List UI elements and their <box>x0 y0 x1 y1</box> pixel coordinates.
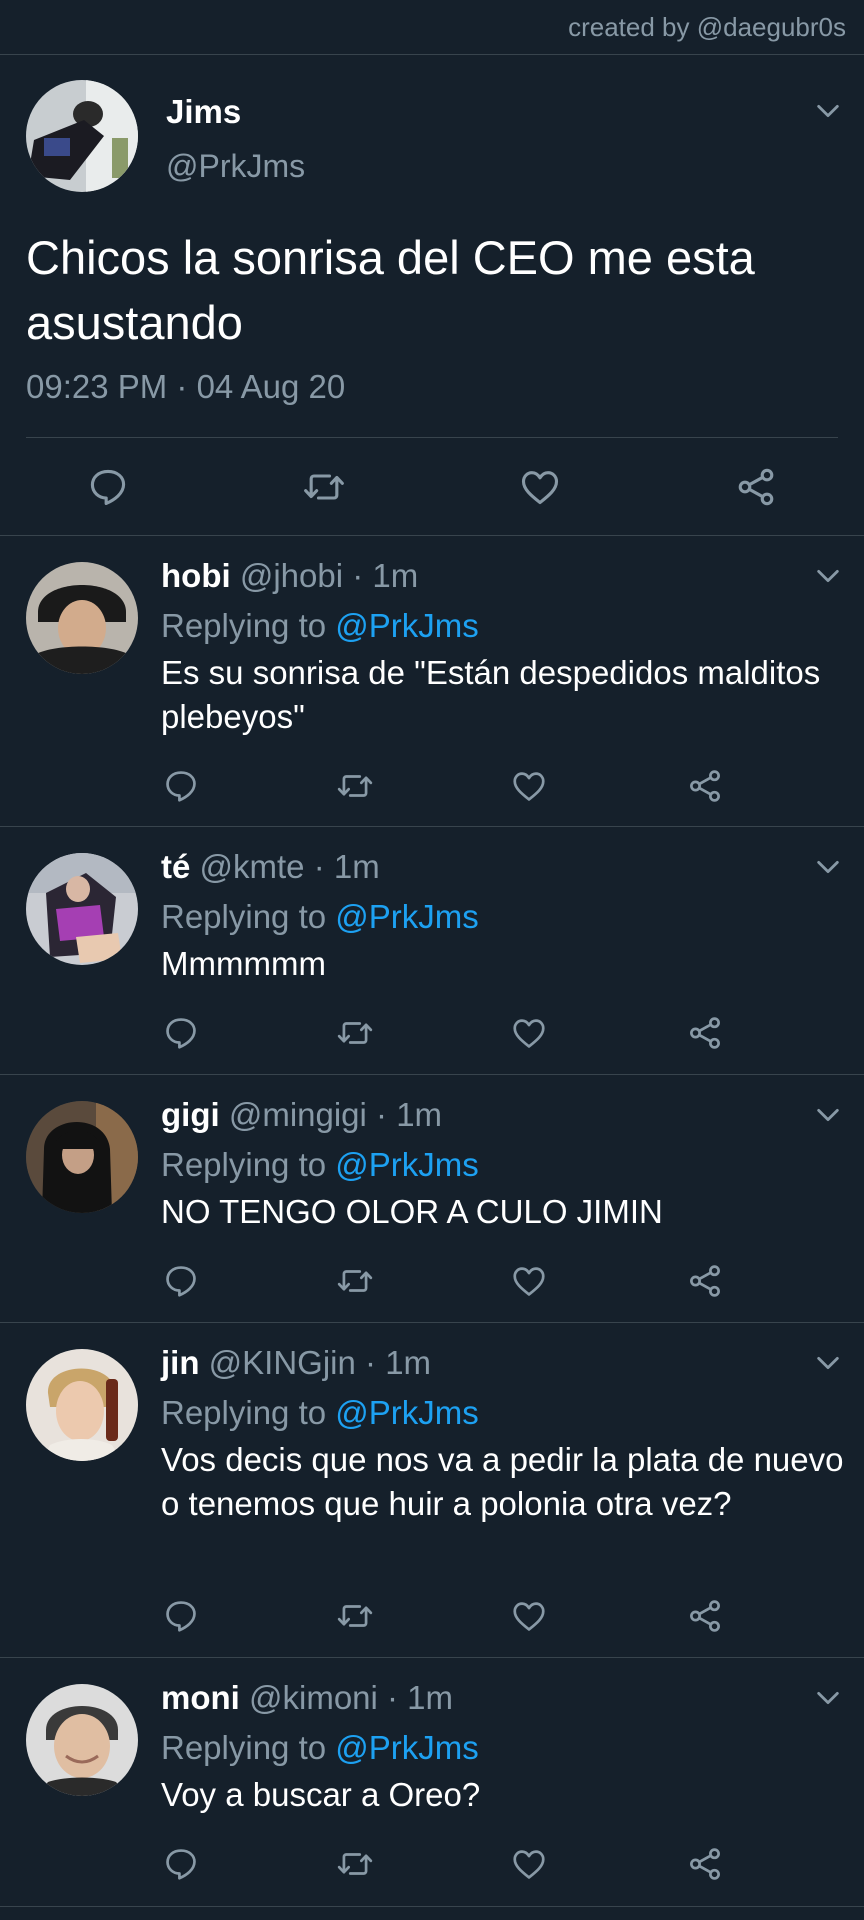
chevron-down-icon[interactable] <box>814 853 842 881</box>
reply-icon[interactable] <box>162 767 200 805</box>
like-icon[interactable] <box>518 465 562 509</box>
share-icon[interactable] <box>686 1845 724 1883</box>
like-icon[interactable] <box>510 1014 548 1052</box>
reply-icon[interactable] <box>86 465 130 509</box>
replying-to-label: Replying to <box>161 898 336 935</box>
mention-link[interactable]: @PrkJms <box>335 1146 479 1183</box>
share-icon[interactable] <box>686 767 724 805</box>
reply-author-name[interactable]: té <box>161 848 190 885</box>
reply-author-meta[interactable]: @kimoni · 1m <box>249 1679 453 1716</box>
reply-author-name[interactable]: gigi <box>161 1096 220 1133</box>
replying-to-line: Replying to @PrkJms <box>161 607 479 645</box>
avatar[interactable] <box>26 1349 138 1461</box>
reply-tweet: hobi @jhobi · 1m Replying to @PrkJms Es … <box>0 536 864 827</box>
reply-author-name[interactable]: jin <box>161 1344 200 1381</box>
avatar[interactable] <box>26 80 138 192</box>
replying-to-line: Replying to @PrkJms <box>161 898 479 936</box>
avatar[interactable] <box>26 853 138 965</box>
main-tweet: Jims @PrkJms Chicos la sonrisa del CEO m… <box>0 55 864 536</box>
avatar[interactable] <box>26 562 138 674</box>
reply-author-name[interactable]: hobi <box>161 557 231 594</box>
reply-icon[interactable] <box>162 1262 200 1300</box>
action-bar <box>0 1597 864 1637</box>
creator-credit: created by @daegubr0s <box>568 12 846 42</box>
reply-text: Es su sonrisa de "Están despedidos maldi… <box>161 654 821 735</box>
reply-icon[interactable] <box>162 1845 200 1883</box>
reply-icon[interactable] <box>162 1014 200 1052</box>
replying-to-line: Replying to @PrkJms <box>161 1729 479 1767</box>
action-bar <box>0 1845 864 1885</box>
like-icon[interactable] <box>510 1845 548 1883</box>
like-icon[interactable] <box>510 1262 548 1300</box>
share-icon[interactable] <box>686 1014 724 1052</box>
chevron-down-icon[interactable] <box>814 1684 842 1712</box>
tweet-timestamp[interactable]: 09:23 PM · 04 Aug 20 <box>26 368 345 406</box>
like-icon[interactable] <box>510 1597 548 1635</box>
replying-to-label: Replying to <box>161 607 336 644</box>
reply-tweet: moni @kimoni · 1m Replying to @PrkJms Vo… <box>0 1658 864 1907</box>
retweet-icon[interactable] <box>336 1262 374 1300</box>
author-name[interactable]: Jims <box>166 93 241 131</box>
retweet-icon[interactable] <box>302 465 346 509</box>
action-bar <box>0 767 864 807</box>
replying-to-label: Replying to <box>161 1146 336 1183</box>
action-bar <box>0 1014 864 1054</box>
reply-text: NO TENGO OLOR A CULO JIMIN <box>161 1193 663 1230</box>
reply-icon[interactable] <box>162 1597 200 1635</box>
reply-text: Vos decis que nos va a pedir la plata de… <box>161 1441 844 1522</box>
chevron-down-icon[interactable] <box>814 562 842 590</box>
reply-author-meta[interactable]: @kmte · 1m <box>200 848 380 885</box>
replying-to-line: Replying to @PrkJms <box>161 1394 479 1432</box>
mention-link[interactable]: @PrkJms <box>335 898 479 935</box>
reply-tweet: gigi @mingigi · 1m Replying to @PrkJms N… <box>0 1075 864 1323</box>
retweet-icon[interactable] <box>336 1597 374 1635</box>
chevron-down-icon[interactable] <box>814 1101 842 1129</box>
chevron-down-icon[interactable] <box>814 97 842 125</box>
avatar[interactable] <box>26 1684 138 1796</box>
mention-link[interactable]: @PrkJms <box>335 1729 479 1766</box>
author-handle[interactable]: @PrkJms <box>166 148 305 185</box>
reply-author-name[interactable]: moni <box>161 1679 240 1716</box>
reply-text: Mmmmmm <box>161 945 326 982</box>
action-bar <box>0 1262 864 1302</box>
share-icon[interactable] <box>686 1262 724 1300</box>
like-icon[interactable] <box>510 767 548 805</box>
replying-to-label: Replying to <box>161 1394 336 1431</box>
retweet-icon[interactable] <box>336 1014 374 1052</box>
replying-to-label: Replying to <box>161 1729 336 1766</box>
mention-link[interactable]: @PrkJms <box>335 607 479 644</box>
chevron-down-icon[interactable] <box>814 1349 842 1377</box>
reply-author-meta[interactable]: @jhobi · 1m <box>240 557 418 594</box>
replying-to-line: Replying to @PrkJms <box>161 1146 479 1184</box>
share-icon[interactable] <box>734 465 778 509</box>
action-bar <box>0 465 864 521</box>
share-icon[interactable] <box>686 1597 724 1635</box>
tweet-text: Chicos la sonrisa del CEO me esta asusta… <box>26 231 755 349</box>
reply-text: Voy a buscar a Oreo? <box>161 1776 481 1813</box>
retweet-icon[interactable] <box>336 767 374 805</box>
reply-tweet: jin @KINGjin · 1m Replying to @PrkJms Vo… <box>0 1323 864 1658</box>
reply-tweet: té @kmte · 1m Replying to @PrkJms Mmmmmm <box>0 827 864 1075</box>
divider <box>26 437 838 438</box>
retweet-icon[interactable] <box>336 1845 374 1883</box>
reply-author-meta[interactable]: @mingigi · 1m <box>229 1096 442 1133</box>
reply-author-meta[interactable]: @KINGjin · 1m <box>209 1344 431 1381</box>
avatar[interactable] <box>26 1101 138 1213</box>
mention-link[interactable]: @PrkJms <box>335 1394 479 1431</box>
